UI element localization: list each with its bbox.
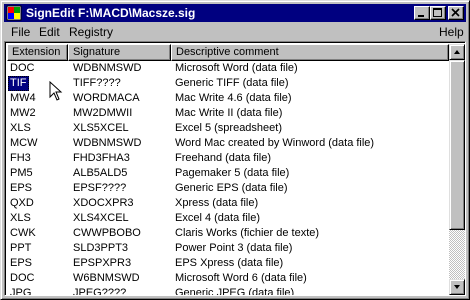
description-cell: Pagemaker 5 (data file) <box>175 167 290 179</box>
menu-registry[interactable]: Registry <box>69 25 113 39</box>
signature-cell: FHD3FHA3 <box>73 152 130 164</box>
list-item[interactable]: TIF TIFF???? Generic TIFF (data file) <box>7 76 449 91</box>
description-cell: Mac Write II (data file) <box>175 107 283 119</box>
list-item[interactable]: DOC WDBNMSWD Microsoft Word (data file) <box>7 61 449 76</box>
signedit-app-icon[interactable] <box>6 5 22 21</box>
maximize-button[interactable] <box>430 6 446 20</box>
description-cell: Claris Works (fichier de texte) <box>175 227 320 239</box>
scroll-thumb[interactable] <box>449 60 465 230</box>
signature-cell: XLS4XCEL <box>73 212 129 224</box>
title-bar[interactable]: SignEdit F:\MACD\Macsze.sig <box>4 4 466 22</box>
column-header-extension[interactable]: Extension <box>7 44 68 61</box>
window-title: SignEdit F:\MACD\Macsze.sig <box>26 6 196 20</box>
list-item[interactable]: MW2 MW2DMWII Mac Write II (data file) <box>7 106 449 121</box>
list-item[interactable]: QXD XDOCXPR3 Xpress (data file) <box>7 196 449 211</box>
list-rows: DOC WDBNMSWD Microsoft Word (data file) TIF… <box>7 61 449 295</box>
maximize-icon <box>433 8 442 17</box>
extension-cell: XLS <box>10 122 31 134</box>
description-cell: Generic EPS (data file) <box>175 182 288 194</box>
list-item[interactable]: XLS XLS5XCEL Excel 5 (spreadsheet) <box>7 121 449 136</box>
extension-cell: DOC <box>10 62 35 74</box>
extension-cell: XLS <box>10 212 31 224</box>
signature-cell: EPSPXPR3 <box>73 257 132 269</box>
extension-cell: JPG <box>10 287 32 295</box>
close-button[interactable] <box>448 6 464 20</box>
description-cell: Word Mac created by Winword (data file) <box>175 137 375 149</box>
description-cell: Power Point 3 (data file) <box>175 242 293 254</box>
list-item[interactable]: DOC W6BNMSWD Microsoft Word 6 (data file) <box>7 271 449 286</box>
list-item[interactable]: CWK CWWPBOBO Claris Works (fichier de text… <box>7 226 449 241</box>
minimize-icon <box>418 15 424 17</box>
list-item[interactable]: FH3 FHD3FHA3 Freehand (data file) <box>7 151 449 166</box>
vertical-scrollbar[interactable] <box>449 44 465 295</box>
description-cell: Microsoft Word (data file) <box>175 62 298 74</box>
extension-cell: EPS <box>10 182 33 194</box>
extension-cell: CWK <box>10 227 36 239</box>
list-item[interactable]: MCW WDBNMSWD Word Mac created by Winword (… <box>7 136 449 151</box>
signature-cell: WDBNMSWD <box>73 62 142 74</box>
description-cell: Excel 5 (spreadsheet) <box>175 122 282 134</box>
description-cell: Excel 4 (data file) <box>175 212 260 224</box>
signature-cell: CWWPBOBO <box>73 227 141 239</box>
signature-cell: TIFF???? <box>73 77 121 89</box>
description-cell: Mac Write 4.6 (data file) <box>175 92 292 104</box>
arrow-up-icon <box>454 50 460 54</box>
menu-edit[interactable]: Edit <box>39 25 60 39</box>
extension-cell: PM5 <box>10 167 33 179</box>
list-item[interactable]: PPT SLD3PPT3 Power Point 3 (data file) <box>7 241 449 256</box>
list-item[interactable]: PM5 ALB5ALD5 Pagemaker 5 (data file) <box>7 166 449 181</box>
signature-cell: WORDMACA <box>73 92 140 104</box>
description-cell: Freehand (data file) <box>175 152 271 164</box>
description-cell: EPS Xpress (data file) <box>175 257 284 269</box>
extension-cell: DOC <box>10 272 35 284</box>
list-item[interactable]: EPS EPSPXPR3 EPS Xpress (data file) <box>7 256 449 271</box>
signature-cell: EPSF???? <box>73 182 127 194</box>
arrow-down-icon <box>454 285 460 289</box>
scroll-up-button[interactable] <box>449 44 465 60</box>
list-item[interactable]: EPS EPSF???? Generic EPS (data file) <box>7 181 449 196</box>
description-cell: Xpress (data file) <box>175 197 259 209</box>
extension-cell: QXD <box>10 197 34 209</box>
extension-cell: EPS <box>10 257 33 269</box>
column-header-description[interactable]: Descriptive comment <box>171 44 449 61</box>
description-cell: Generic TIFF (data file) <box>175 77 289 89</box>
extension-cell: MW2 <box>10 107 36 119</box>
signature-cell: SLD3PPT3 <box>73 242 129 254</box>
extension-cell: PPT <box>10 242 32 254</box>
minimize-button[interactable] <box>414 6 430 20</box>
list-item[interactable]: XLS XLS4XCEL Excel 4 (data file) <box>7 211 449 226</box>
menu-file[interactable]: File <box>11 25 30 39</box>
extension-cell: MW4 <box>10 92 36 104</box>
signature-cell: JPEG???? <box>73 287 127 295</box>
column-header-signature[interactable]: Signature <box>68 44 171 61</box>
close-icon <box>451 8 460 17</box>
signedit-window: SignEdit F:\MACD\Macsze.sig File Edit Re… <box>0 0 470 300</box>
signature-cell: XDOCXPR3 <box>73 197 134 209</box>
mouse-pointer-icon <box>49 81 63 101</box>
list-item[interactable]: MW4 WORDMACA Mac Write 4.6 (data file) <box>7 91 449 106</box>
menu-bar: File Edit Registry Help <box>4 23 466 41</box>
signature-cell: XLS5XCEL <box>73 122 129 134</box>
extension-cell: FH3 <box>10 152 31 164</box>
signature-cell: ALB5ALD5 <box>73 167 128 179</box>
scroll-down-button[interactable] <box>449 279 465 295</box>
list-item[interactable]: JPG JPEG???? Generic JPEG (data file) <box>7 286 449 295</box>
description-cell: Generic JPEG (data file) <box>175 287 295 295</box>
menu-help[interactable]: Help <box>439 25 464 39</box>
signature-list[interactable]: Extension Signature Descriptive comment … <box>4 41 466 296</box>
extension-cell: MCW <box>10 137 38 149</box>
signature-cell: W6BNMSWD <box>73 272 140 284</box>
signature-cell: MW2DMWII <box>73 107 133 119</box>
signature-cell: WDBNMSWD <box>73 137 142 149</box>
extension-cell: TIF <box>8 76 29 91</box>
list-header: Extension Signature Descriptive comment <box>7 44 449 61</box>
description-cell: Microsoft Word 6 (data file) <box>175 272 307 284</box>
